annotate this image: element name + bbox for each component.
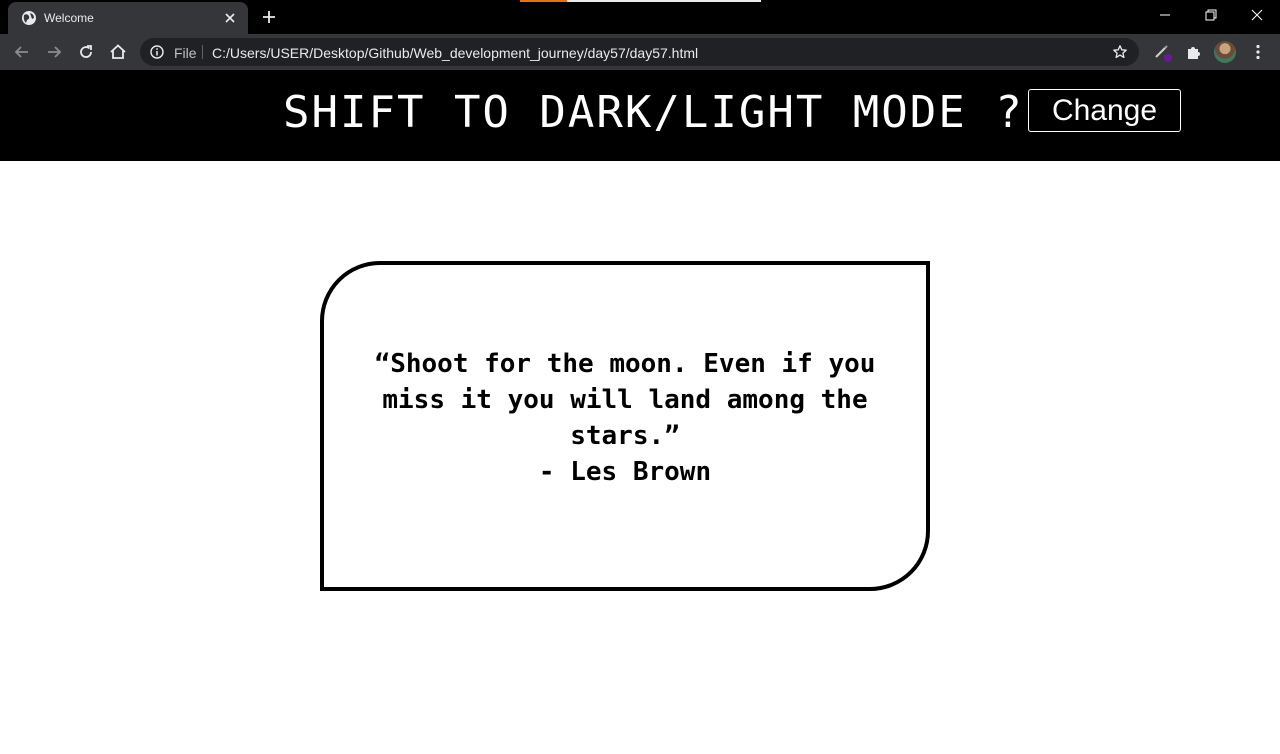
menu-kebab-icon[interactable] xyxy=(1248,42,1268,62)
quote-card: “Shoot for the moon. Even if you miss it… xyxy=(320,261,930,591)
home-icon[interactable] xyxy=(108,42,128,62)
tab-strip-load-indicator-track xyxy=(567,0,761,2)
forward-icon[interactable] xyxy=(44,42,64,62)
quote-block: “Shoot for the moon. Even if you miss it… xyxy=(355,346,895,490)
tab-welcome[interactable]: Welcome xyxy=(8,2,248,34)
info-icon[interactable] xyxy=(150,45,164,59)
address-bar[interactable]: File C:/Users/USER/Desktop/Github/Web_de… xyxy=(140,38,1139,66)
quote-text: “Shoot for the moon. Even if you miss it… xyxy=(374,349,876,451)
profile-avatar[interactable] xyxy=(1214,41,1236,63)
extension-pen-icon[interactable] xyxy=(1152,42,1172,62)
minimize-icon[interactable] xyxy=(1150,5,1180,25)
tab-strip: Welcome xyxy=(0,0,1280,34)
tab-title: Welcome xyxy=(44,11,94,25)
extensions-puzzle-icon[interactable] xyxy=(1184,42,1204,62)
page-heading: SHIFT TO DARK/LIGHT MODE ? xyxy=(283,87,1024,138)
change-mode-button[interactable]: Change xyxy=(1028,89,1181,132)
back-icon[interactable] xyxy=(12,42,32,62)
close-icon[interactable] xyxy=(222,10,238,26)
restore-icon[interactable] xyxy=(1196,5,1226,25)
tab-strip-load-indicator xyxy=(520,0,567,2)
close-window-icon[interactable] xyxy=(1242,5,1272,25)
reload-icon[interactable] xyxy=(76,42,96,62)
new-tab-icon[interactable] xyxy=(260,8,278,26)
url-text[interactable]: C:/Users/USER/Desktop/Github/Web_develop… xyxy=(212,45,698,61)
browser-toolbar: File C:/Users/USER/Desktop/Github/Web_de… xyxy=(0,34,1280,70)
globe-icon xyxy=(22,11,36,25)
star-icon[interactable] xyxy=(1112,44,1128,60)
scheme-label: File xyxy=(174,45,197,61)
quote-author: - Les Brown xyxy=(538,457,712,487)
page-header: SHIFT TO DARK/LIGHT MODE ? Change xyxy=(0,70,1280,161)
omnibox-divider xyxy=(202,45,203,59)
